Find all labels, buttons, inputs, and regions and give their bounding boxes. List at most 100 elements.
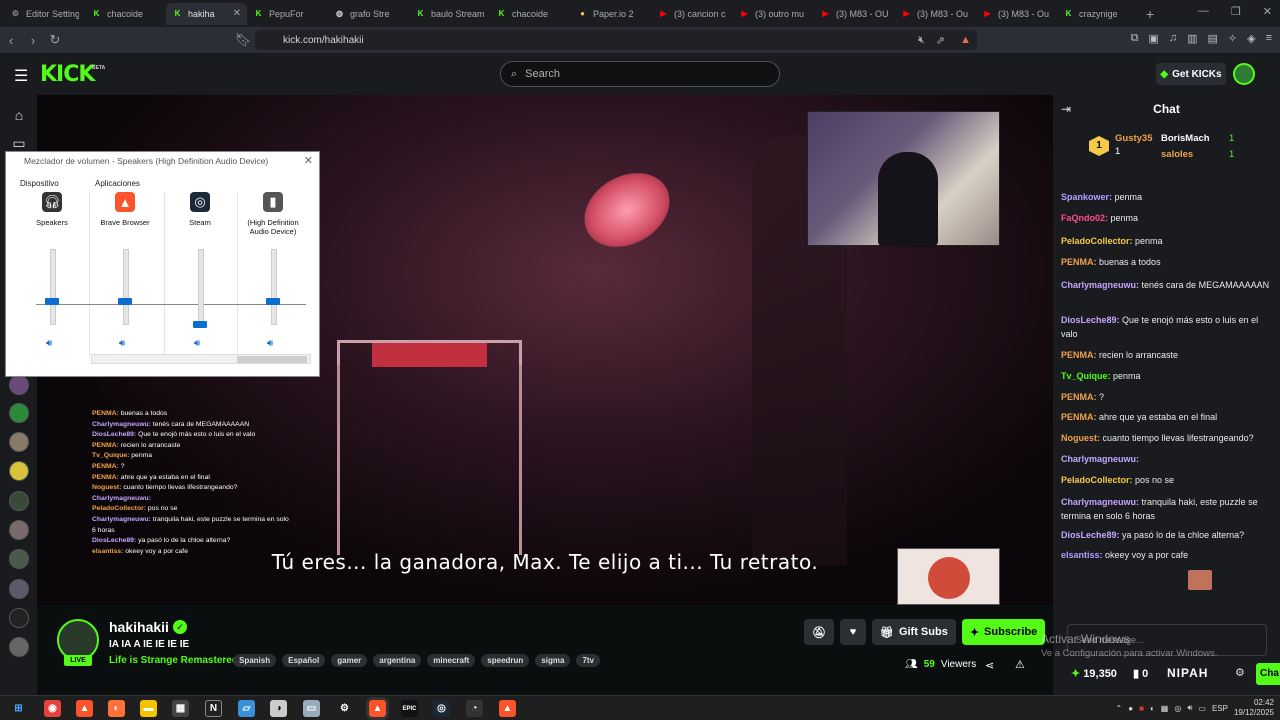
chat-username[interactable]: PeladoCollector: [1061, 475, 1133, 485]
tray-app-icon[interactable]: ▦ [1161, 704, 1169, 713]
mute-toggle-icon[interactable]: 🔊︎ [119, 338, 125, 349]
followed-channel-avatar[interactable] [9, 375, 29, 395]
nipah-logo[interactable]: NIPAH [1167, 666, 1208, 680]
leader-name[interactable]: Gusty35 [1115, 133, 1153, 144]
firefox-icon[interactable]: ◐ [108, 700, 125, 717]
home-icon[interactable]: ⌂ [9, 107, 29, 127]
brave-icon[interactable]: ▲ [499, 700, 516, 717]
streamer-name[interactable]: hakihakii [109, 619, 169, 635]
brave-shield-icon[interactable]: ▲ [960, 34, 971, 46]
browser-tab[interactable]: ◍ grafo Stre [328, 3, 409, 25]
browser-tab[interactable]: Kbaulo Stream [409, 3, 490, 25]
mute-icon[interactable]: 🔇︎ [918, 34, 925, 47]
browser-tab[interactable]: ▶ (3) M83 - Ou [976, 3, 1057, 25]
chat-username[interactable]: elsantiss: [1061, 550, 1103, 560]
wallet-icon[interactable]: ▤ [1207, 32, 1217, 45]
language-indicator[interactable]: ESP [1212, 704, 1228, 713]
volume-slider-track[interactable] [271, 249, 277, 325]
clock[interactable]: 02:42 19/12/2025 [1234, 698, 1274, 718]
close-icon[interactable]: ✕ [304, 154, 313, 167]
back-icon[interactable]: ‹ [0, 33, 22, 48]
app-icon[interactable]: ▭ [303, 700, 320, 717]
browser-tab[interactable]: ▶ (3) M83 - OU [814, 3, 895, 25]
mute-toggle-icon[interactable]: 🔊︎ [46, 338, 52, 349]
stream-tag[interactable]: gamer [331, 654, 368, 667]
subscribe-button[interactable]: ✦ Subscribe [961, 619, 1046, 645]
app-icon[interactable]: ◉ [44, 700, 61, 717]
followed-channel-avatar[interactable] [9, 520, 29, 540]
chat-username[interactable]: DiosLeche89: [1061, 315, 1120, 325]
close-tab-icon[interactable]: ✕ [233, 8, 241, 19]
chat-username[interactable]: Noguest: [1061, 433, 1100, 443]
browser-tab[interactable]: ▶ (3) M83 - Ou [895, 3, 976, 25]
chat-username[interactable]: Charlymagneuwu: [1061, 497, 1139, 507]
brave-icon[interactable]: ▲ [366, 697, 389, 720]
browser-tab[interactable]: K PepuFor [247, 3, 328, 25]
menu-icon[interactable]: ≡ [1266, 32, 1272, 45]
stream-tag[interactable]: sigma [535, 654, 571, 667]
app-icon[interactable]: ▱ [238, 700, 255, 717]
report-icon[interactable]: ⚠︎ [1015, 658, 1025, 671]
chat-username[interactable]: Charlymagneuwu: [1061, 454, 1139, 464]
volume-icon[interactable]: 🔊︎ [1187, 703, 1192, 713]
app-icon[interactable]: ◑ [270, 700, 287, 717]
browser-tab[interactable]: Kcrazynige [1057, 3, 1138, 25]
browser-tab[interactable]: Kchacoide [490, 3, 571, 25]
chat-username[interactable]: DiosLeche89: [1061, 530, 1120, 540]
app-icon[interactable]: ◔ [466, 700, 483, 717]
browser-tab[interactable]: ⚙ Editor Settings [4, 3, 85, 25]
mute-toggle-icon[interactable]: 🔊︎ [194, 338, 200, 349]
settings-icon[interactable]: ⚙︎ [336, 700, 353, 717]
bookmark-icon[interactable]: 🔖︎ [232, 32, 254, 48]
mixer-scrollbar[interactable] [91, 354, 311, 364]
media-icon[interactable]: ▣ [1148, 32, 1158, 45]
volume-slider-thumb[interactable] [266, 298, 280, 305]
start-icon[interactable]: ⊞ [10, 700, 27, 717]
channel-points[interactable]: ✦ 19,350 ▮ 0 [1071, 667, 1148, 680]
network-icon[interactable]: ▭ [1198, 704, 1206, 713]
brave-icon[interactable]: ▲ [76, 700, 93, 717]
followed-channel-avatar[interactable] [9, 403, 29, 423]
notion-icon[interactable]: N [205, 700, 222, 717]
music-icon[interactable]: ♫ [1169, 32, 1177, 45]
browser-tab[interactable]: ▶ (3) cancion c [652, 3, 733, 25]
chat-username[interactable]: PENMA: [1061, 392, 1097, 402]
stream-tag[interactable]: speedrun [481, 654, 530, 667]
chat-username[interactable]: PENMA: [1061, 412, 1097, 422]
chat-username[interactable]: FaQndo02: [1061, 213, 1108, 223]
chat-username[interactable]: PeladoCollector: [1061, 236, 1133, 246]
browser-tab[interactable]: ● Paper.io 2 [571, 3, 652, 25]
followed-channel-avatar[interactable] [9, 491, 29, 511]
hamburger-menu-icon[interactable]: ☰ [14, 66, 28, 86]
search-input[interactable]: ⌕ Search [500, 61, 780, 87]
followed-channel-avatar[interactable] [9, 432, 29, 452]
maximize-icon[interactable]: ❐ [1231, 5, 1241, 18]
tray-app-icon[interactable]: ● [1128, 704, 1133, 713]
tray-app-icon[interactable]: ◎ [1174, 704, 1181, 713]
new-tab-icon[interactable]: + [1146, 6, 1154, 22]
volume-slider-track[interactable] [123, 249, 129, 325]
followed-channel-avatar[interactable] [9, 579, 29, 599]
tray-chevron-icon[interactable]: ⌃ [1116, 704, 1123, 713]
folder-icon[interactable]: ▬ [140, 700, 157, 717]
kick-logo[interactable]: KICK [40, 62, 95, 87]
volume-slider-track[interactable] [50, 249, 56, 325]
followed-channel-avatar[interactable] [9, 637, 29, 657]
stream-tag[interactable]: 7tv [576, 654, 600, 667]
volume-slider-thumb[interactable] [118, 298, 132, 305]
browser-tab[interactable]: Khakiha ✕ [166, 2, 247, 25]
followed-channel-avatar[interactable] [9, 608, 29, 628]
stream-tag[interactable]: Español [282, 654, 326, 667]
stream-tag[interactable]: minecraft [427, 654, 476, 667]
chat-username[interactable]: PENMA: [1061, 257, 1097, 267]
steam-icon[interactable]: ◎ [433, 700, 450, 717]
tray-app-icon[interactable]: ◐ [1150, 704, 1155, 713]
share-icon[interactable]: ⇗ [936, 34, 945, 47]
sidebar-icon[interactable]: ▥ [1187, 32, 1197, 45]
send-chat-button[interactable]: Cha [1256, 663, 1280, 685]
tray-app-icon[interactable]: ■ [1139, 704, 1144, 713]
leo-icon[interactable]: ✧ [1228, 32, 1237, 45]
get-kicks-button[interactable]: ◆ Get KICKs [1156, 63, 1226, 85]
chat-username[interactable]: Spankower: [1061, 192, 1112, 202]
extension-puzzle-icon[interactable]: ⧉ [1131, 32, 1139, 45]
